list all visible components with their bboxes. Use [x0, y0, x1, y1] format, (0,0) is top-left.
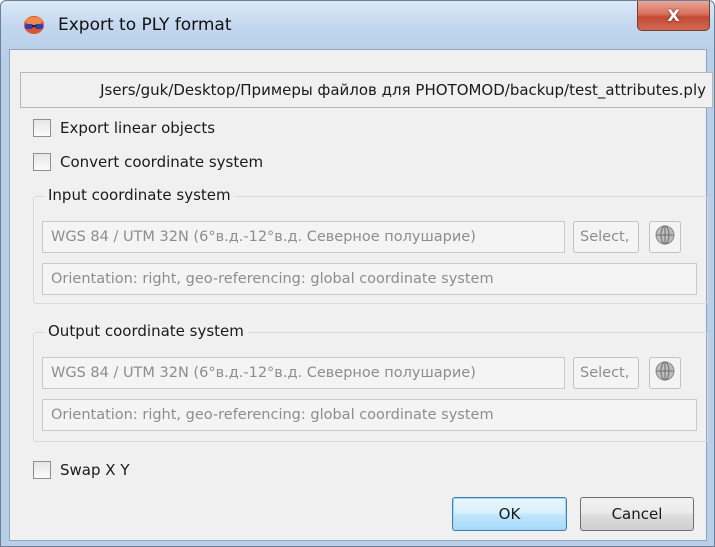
swap-xy-option[interactable]: Swap X Y: [33, 459, 129, 481]
export-linear-label: Export linear objects: [60, 119, 216, 137]
export-linear-checkbox[interactable]: [33, 119, 51, 137]
cancel-button[interactable]: Cancel: [580, 497, 694, 531]
output-cs-legend: Output coordinate system: [44, 322, 248, 340]
input-select-button[interactable]: Select,: [573, 221, 639, 253]
convert-cs-label: Convert coordinate system: [60, 153, 264, 171]
input-orientation-field: Orientation: right, geo-referencing: glo…: [42, 263, 697, 295]
close-icon: X: [667, 6, 680, 25]
globe-icon: [654, 224, 676, 250]
swap-xy-checkbox[interactable]: [33, 461, 51, 479]
file-path-text: Jsers/guk/Desktop/Примеры файлов для PHO…: [100, 81, 706, 99]
output-orientation-field: Orientation: right, geo-referencing: glo…: [42, 399, 697, 431]
ok-button[interactable]: OK: [452, 497, 567, 531]
output-globe-button[interactable]: [649, 357, 681, 389]
globe-icon: [654, 360, 676, 386]
file-path-field[interactable]: Jsers/guk/Desktop/Примеры файлов для PHO…: [20, 72, 713, 108]
convert-cs-checkbox[interactable]: [33, 153, 51, 171]
swap-xy-label: Swap X Y: [60, 461, 130, 479]
output-cs-field[interactable]: WGS 84 / UTM 32N (6°в.д.-12°в.д. Северно…: [42, 357, 565, 389]
input-cs-group: Input coordinate system WGS 84 / UTM 32N…: [33, 186, 708, 304]
input-globe-button[interactable]: [649, 221, 681, 253]
title-bar[interactable]: Export to PLY format: [1, 1, 714, 49]
input-cs-field[interactable]: WGS 84 / UTM 32N (6°в.д.-12°в.д. Северно…: [42, 221, 565, 253]
3d-glasses-icon: [23, 15, 45, 35]
window-title: Export to PLY format: [58, 15, 232, 35]
convert-cs-option[interactable]: Convert coordinate system: [33, 151, 263, 173]
output-cs-group: Output coordinate system WGS 84 / UTM 32…: [33, 322, 708, 442]
input-cs-legend: Input coordinate system: [44, 186, 235, 204]
output-select-button[interactable]: Select,: [573, 357, 639, 389]
export-linear-option[interactable]: Export linear objects: [33, 117, 215, 139]
close-button[interactable]: X: [637, 1, 710, 31]
